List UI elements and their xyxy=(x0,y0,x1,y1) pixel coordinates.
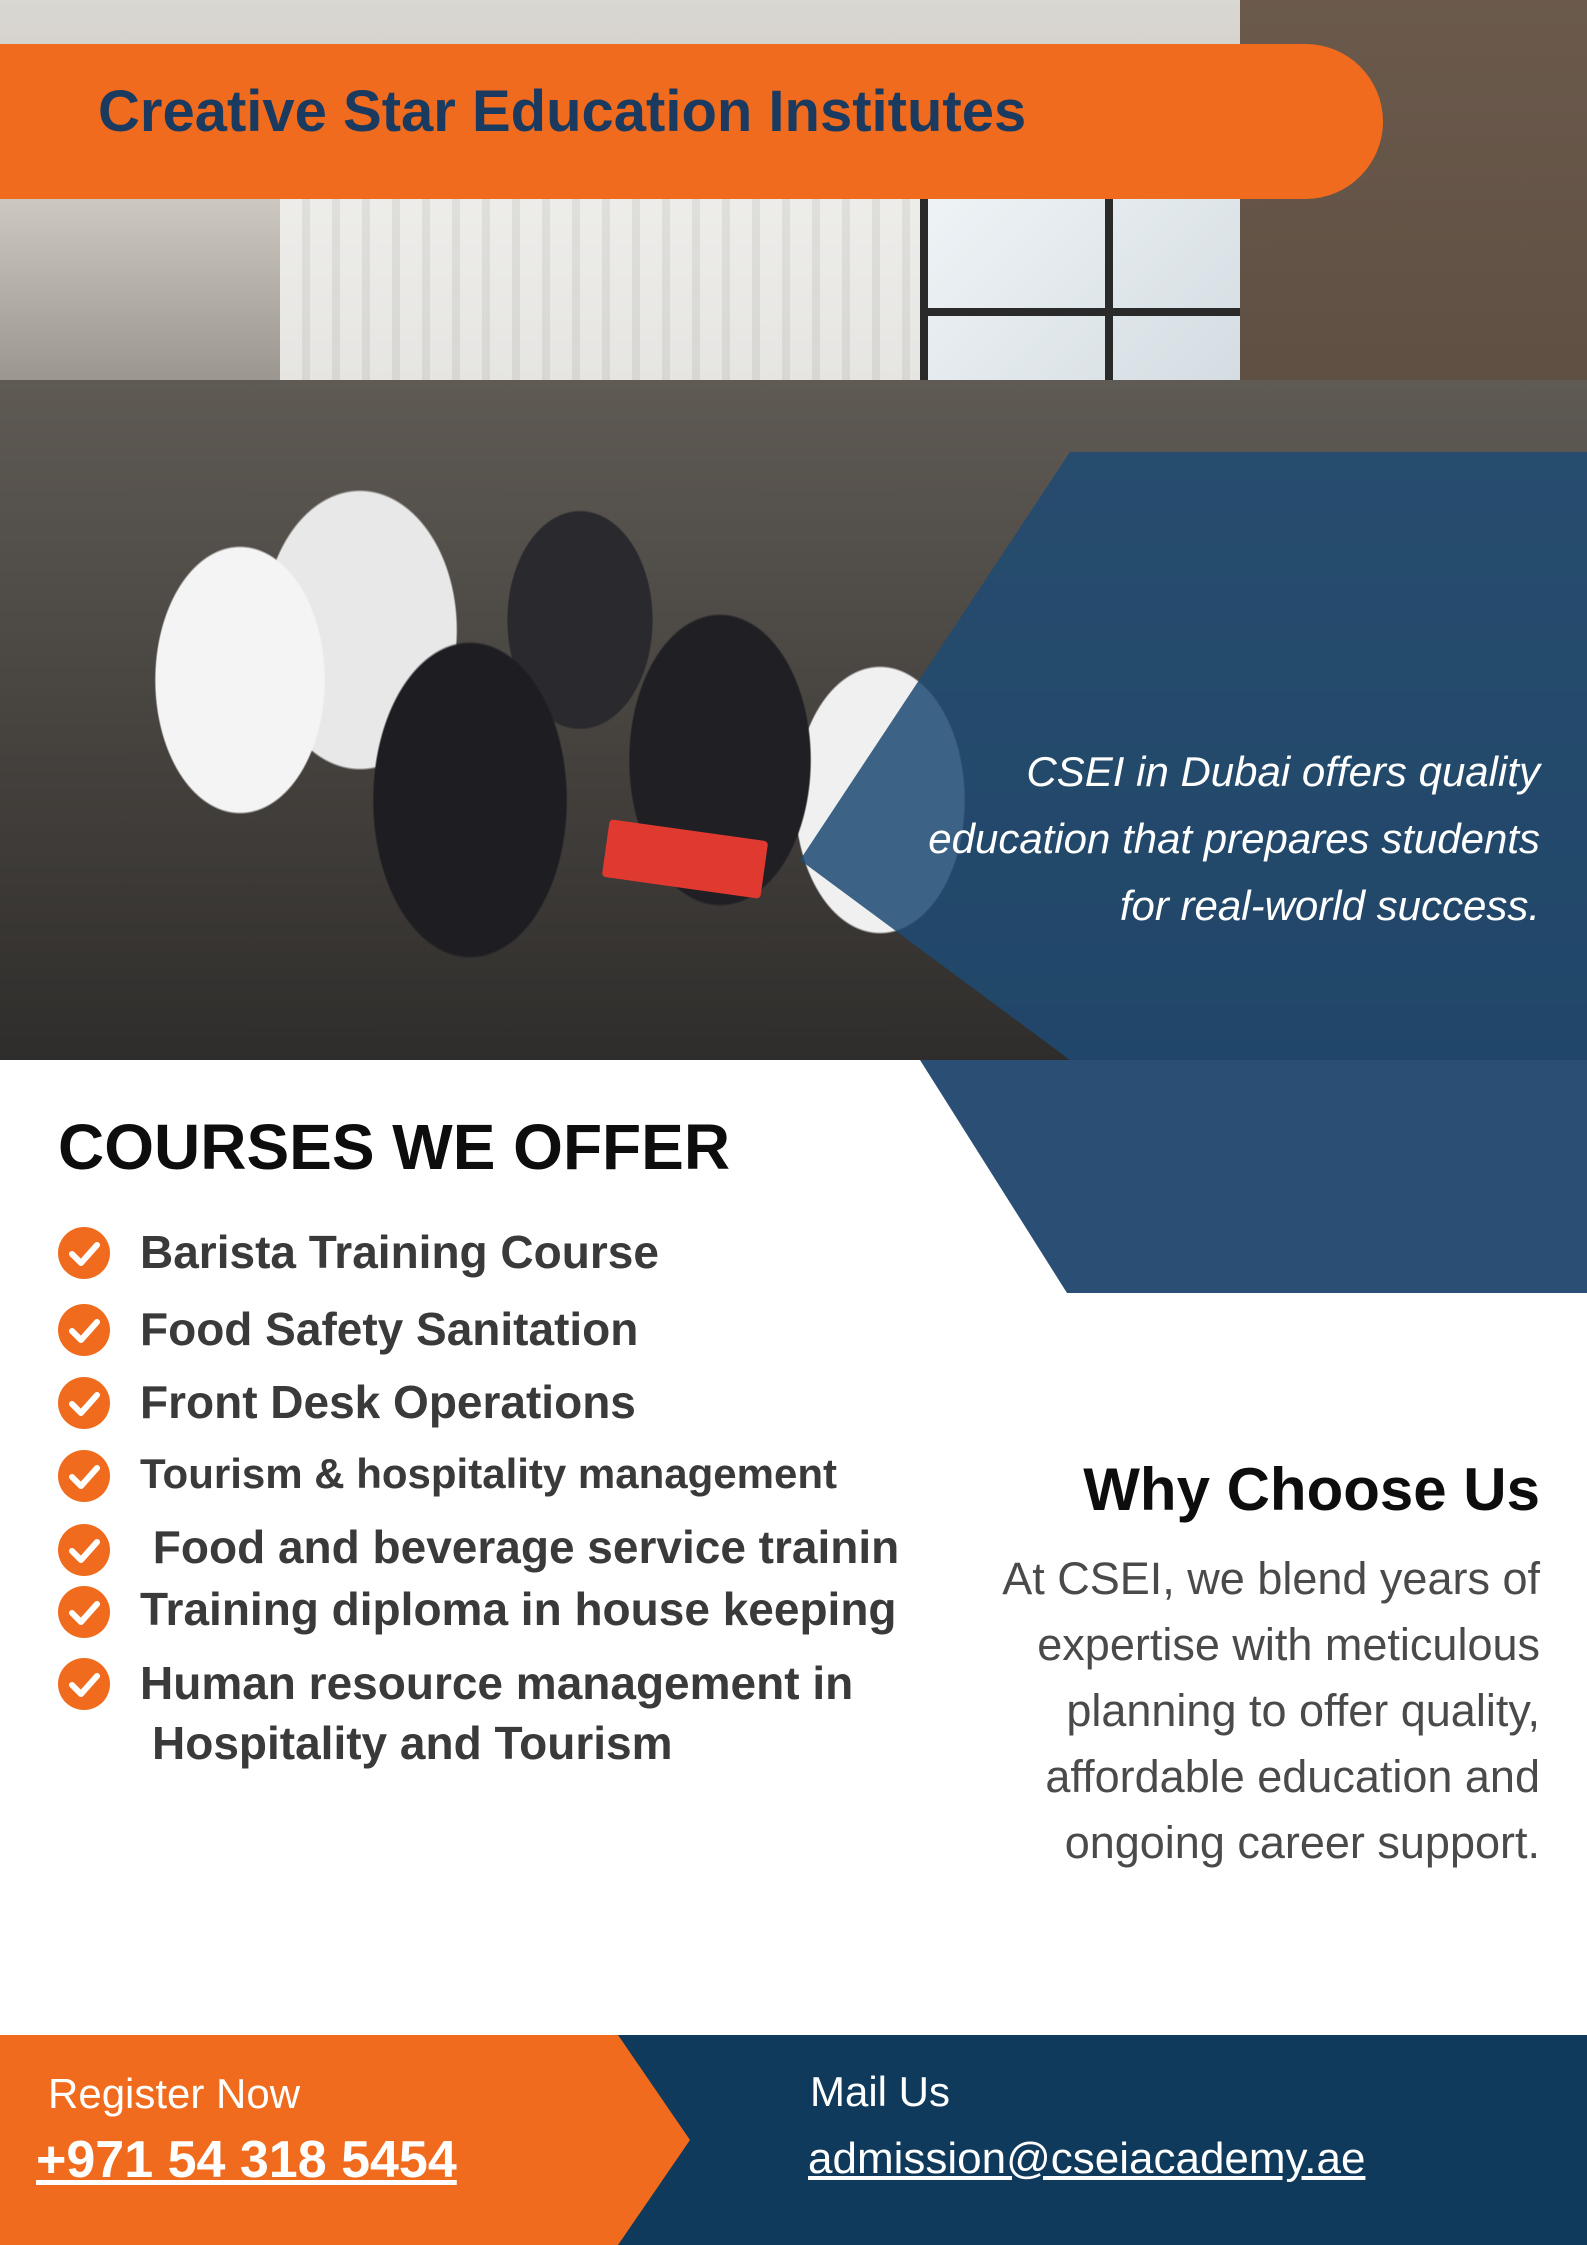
tagline-text: CSEI in Dubai offers quality education t… xyxy=(928,748,1540,929)
register-label: Register Now xyxy=(48,2070,301,2117)
why-heading: Why Choose Us xyxy=(1083,1456,1540,1523)
email-link[interactable]: admission@cseiacademy.ae xyxy=(808,2134,1365,2184)
course-label: Training diploma in house keeping xyxy=(140,1583,897,1635)
check-icon xyxy=(58,1450,110,1502)
page-title: Creative Star Education Institutes xyxy=(98,79,1027,144)
course-label: Barista Training Course xyxy=(140,1226,659,1278)
check-icon xyxy=(58,1304,110,1356)
phone-link[interactable]: +971 54 318 5454 xyxy=(36,2130,457,2190)
photo-students xyxy=(0,380,1587,1060)
why-text: At CSEI, we blend years of expertise wit… xyxy=(1002,1553,1540,1868)
course-label: Human resource management in xyxy=(140,1657,854,1709)
mail-label: Mail Us xyxy=(810,2068,951,2115)
blue-chevron-shape xyxy=(920,1060,1587,1293)
course-label: Food and beverage service trainin xyxy=(140,1521,900,1573)
course-label-line2: Hospitality and Tourism xyxy=(152,1717,673,1769)
check-icon xyxy=(58,1227,110,1279)
check-icon xyxy=(58,1377,110,1429)
course-label: Food Safety Sanitation xyxy=(140,1303,639,1355)
course-label: Tourism & hospitality management xyxy=(140,1450,837,1497)
courses-heading: COURSES WE OFFER xyxy=(58,1111,731,1183)
check-icon xyxy=(58,1586,110,1638)
check-icon xyxy=(58,1524,110,1576)
check-icon xyxy=(58,1658,110,1710)
course-label: Front Desk Operations xyxy=(140,1376,636,1428)
